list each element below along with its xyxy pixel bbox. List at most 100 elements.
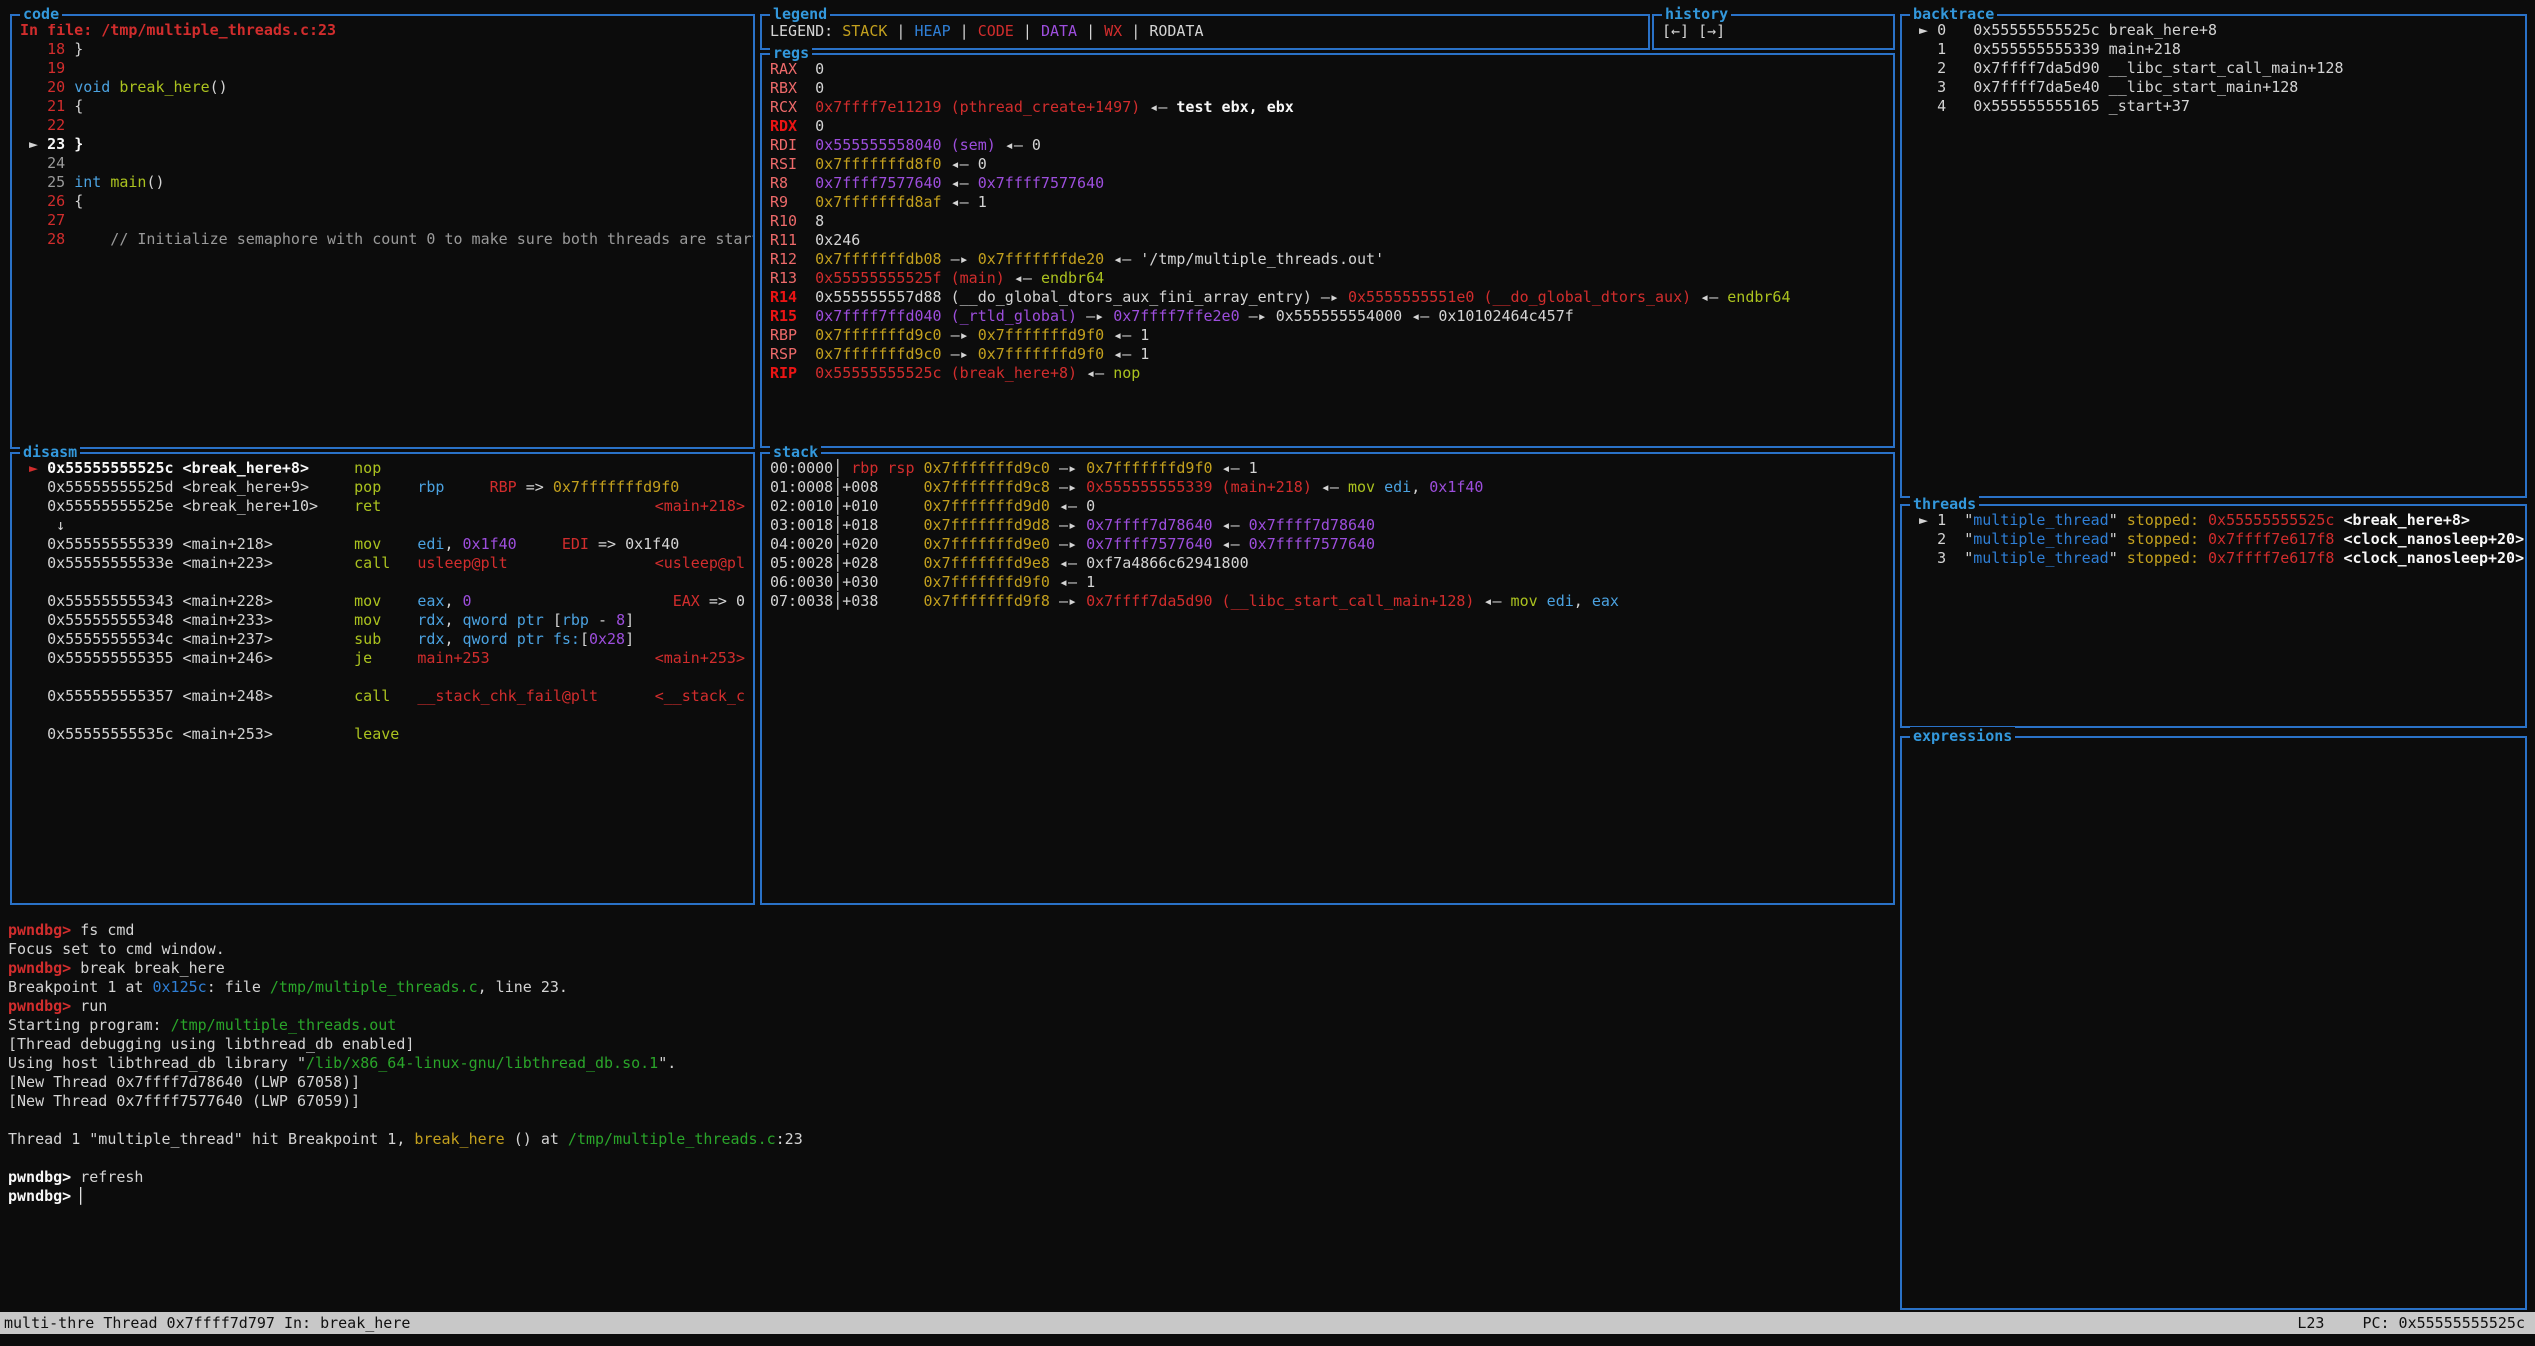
terminal-line: Starting program: /tmp/multiple_threads.… [8, 1016, 2208, 1035]
status-pc: PC: 0x55555555525c [2362, 1314, 2525, 1333]
threads-panel-title: threads [1910, 495, 1979, 514]
terminal-line [8, 1111, 2208, 1130]
terminal-line: Breakpoint 1 at 0x125c: file /tmp/multip… [8, 978, 2208, 997]
registers-panel-title: regs [770, 44, 812, 63]
disasm-row: 0x55555555534c <main+237> sub rdx, qword… [20, 630, 745, 649]
stack-rows: 00:0000│ rbp rsp 0x7fffffffd9c0 —▸ 0x7ff… [770, 459, 1885, 611]
source-line: 24 [20, 154, 745, 173]
expressions-panel-title: expressions [1910, 727, 2015, 746]
history-prev-button[interactable]: [←] [1662, 22, 1689, 41]
disasm-row: 0x555555555339 <main+218> mov edi, 0x1f4… [20, 535, 745, 554]
disassembly-panel-title: disasm [20, 443, 80, 462]
backtrace-row: 1 0x555555555339 main+218 [1910, 40, 2517, 59]
register-row: R12 0x7fffffffdb08 —▸ 0x7fffffffde20 ◂— … [770, 250, 1885, 269]
stack-row: 06:0030│+030 0x7fffffffd9f0 ◂— 1 [770, 573, 1885, 592]
source-line: 22 [20, 116, 745, 135]
history-next-button[interactable]: [→] [1698, 22, 1725, 41]
register-row: R14 0x555555557d88 (__do_global_dtors_au… [770, 288, 1885, 307]
status-bar: multi-thre Thread 0x7ffff7d797 In: break… [0, 1312, 2535, 1334]
stack-panel-title: stack [770, 443, 821, 462]
history-panel-title: history [1662, 5, 1731, 24]
history-panel: history [←] [→] [1652, 14, 1895, 50]
terminal-line: pwndbg> run [8, 997, 2208, 1016]
terminal-line: Thread 1 "multiple_thread" hit Breakpoin… [8, 1130, 2208, 1149]
legend-panel-title: legend [770, 5, 830, 24]
disasm-row [20, 668, 745, 687]
thread-row: ► 1 "multiple_thread" stopped: 0x5555555… [1910, 511, 2517, 530]
source-line: 19 [20, 59, 745, 78]
backtrace-panel-title: backtrace [1910, 5, 1997, 24]
disasm-row: 0x55555555533e <main+223> call usleep@pl… [20, 554, 745, 573]
disasm-row [20, 706, 745, 725]
terminal-line: pwndbg> fs cmd [8, 921, 2208, 940]
terminal-line: Using host libthread_db library "/lib/x8… [8, 1054, 2208, 1073]
thread-row: 3 "multiple_thread" stopped: 0x7ffff7e61… [1910, 549, 2517, 568]
backtrace-row: 2 0x7ffff7da5d90 __libc_start_call_main+… [1910, 59, 2517, 78]
legend-line-wrap: LEGEND: STACK | HEAP | CODE | DATA | WX … [770, 22, 1640, 41]
register-row: R13 0x55555555525f (main) ◂— endbr64 [770, 269, 1885, 288]
register-row: RBX 0 [770, 79, 1885, 98]
register-row: RIP 0x55555555525c (break_here+8) ◂— nop [770, 364, 1885, 383]
source-line: ► 23 } [20, 135, 745, 154]
register-row: RDX 0 [770, 117, 1885, 136]
disasm-row [20, 573, 745, 592]
code-lines: 18 } 19 20 void break_here() 21 { 22 ► 2… [20, 40, 745, 249]
status-line-number: L23 [2297, 1314, 2324, 1333]
legend-line: LEGEND: STACK | HEAP | CODE | DATA | WX … [770, 22, 1640, 41]
thread-row: 2 "multiple_thread" stopped: 0x7ffff7e61… [1910, 530, 2517, 549]
register-row: RSI 0x7fffffffd8f0 ◂— 0 [770, 155, 1885, 174]
register-row: RBP 0x7fffffffd9c0 —▸ 0x7fffffffd9f0 ◂— … [770, 326, 1885, 345]
disasm-rows: ► 0x55555555525c <break_here+8> nop 0x55… [20, 459, 745, 744]
registers-panel: regs RAX 0RBX 0RCX 0x7ffff7e11219 (pthre… [760, 53, 1895, 448]
gdb-terminal[interactable]: pwndbg> fs cmdFocus set to cmd window.pw… [8, 921, 2208, 1206]
source-line: 25 int main() [20, 173, 745, 192]
register-row: RSP 0x7fffffffd9c0 —▸ 0x7fffffffd9f0 ◂— … [770, 345, 1885, 364]
backtrace-panel: backtrace ► 0 0x55555555525c break_here+… [1900, 14, 2527, 498]
terminal-line: [New Thread 0x7ffff7577640 (LWP 67059)] [8, 1092, 2208, 1111]
disassembly-panel: disasm ► 0x55555555525c <break_here+8> n… [10, 452, 755, 905]
terminal-line [8, 1149, 2208, 1168]
disasm-row: 0x555555555355 <main+246> je main+253<ma… [20, 649, 745, 668]
source-line: 26 { [20, 192, 745, 211]
disasm-row: 0x555555555348 <main+233> mov rdx, qword… [20, 611, 745, 630]
disasm-row: ► 0x55555555525c <break_here+8> nop [20, 459, 745, 478]
terminal-line: pwndbg> refresh [8, 1168, 2208, 1187]
register-row: RDI 0x555555558040 (sem) ◂— 0 [770, 136, 1885, 155]
register-row: R8 0x7ffff7577640 ◂— 0x7ffff7577640 [770, 174, 1885, 193]
terminal-lines: pwndbg> fs cmdFocus set to cmd window.pw… [8, 921, 2208, 1206]
terminal-line: pwndbg> break break_here [8, 959, 2208, 978]
terminal-line: Focus set to cmd window. [8, 940, 2208, 959]
terminal-line: [New Thread 0x7ffff7d78640 (LWP 67058)] [8, 1073, 2208, 1092]
register-row: R10 8 [770, 212, 1885, 231]
register-row: R15 0x7ffff7ffd040 (_rtld_global) —▸ 0x7… [770, 307, 1885, 326]
register-row: RCX 0x7ffff7e11219 (pthread_create+1497)… [770, 98, 1885, 117]
legend-panel: legend LEGEND: STACK | HEAP | CODE | DAT… [760, 14, 1650, 50]
stack-row: 00:0000│ rbp rsp 0x7fffffffd9c0 —▸ 0x7ff… [770, 459, 1885, 478]
disasm-row: 0x555555555357 <main+248> call __stack_c… [20, 687, 745, 706]
stack-row: 05:0028│+028 0x7fffffffd9e8 ◂— 0xf7a4866… [770, 554, 1885, 573]
terminal-line: pwndbg> ▏ [8, 1187, 2208, 1206]
source-line: 20 void break_here() [20, 78, 745, 97]
backtrace-row: 3 0x7ffff7da5e40 __libc_start_main+128 [1910, 78, 2517, 97]
code-panel-title: code [20, 5, 62, 24]
register-row: R11 0x246 [770, 231, 1885, 250]
code-panel: code In file: /tmp/multiple_threads.c:23… [10, 14, 755, 449]
register-rows: RAX 0RBX 0RCX 0x7ffff7e11219 (pthread_cr… [770, 60, 1885, 383]
backtrace-row: 4 0x555555555165 _start+37 [1910, 97, 2517, 116]
disasm-row: ↓ [20, 516, 745, 535]
backtrace-rows: ► 0 0x55555555525c break_here+8 1 0x5555… [1910, 21, 2517, 116]
source-line: 28 // Initialize semaphore with count 0 … [20, 230, 745, 249]
disasm-row: 0x55555555525e <break_here+10> ret<main+… [20, 497, 745, 516]
pwndbg-screen: { "panels": { "code": { "title": "code",… [0, 0, 2535, 1346]
stack-panel: stack 00:0000│ rbp rsp 0x7fffffffd9c0 —▸… [760, 452, 1895, 905]
stack-row: 02:0010│+010 0x7fffffffd9d0 ◂— 0 [770, 497, 1885, 516]
stack-row: 04:0020│+020 0x7fffffffd9e0 —▸ 0x7ffff75… [770, 535, 1885, 554]
source-line: 18 } [20, 40, 745, 59]
status-thread-info: multi-thre Thread 0x7ffff7d797 In: break… [4, 1314, 410, 1333]
source-line: 27 [20, 211, 745, 230]
thread-rows: ► 1 "multiple_thread" stopped: 0x5555555… [1910, 511, 2517, 568]
backtrace-row: ► 0 0x55555555525c break_here+8 [1910, 21, 2517, 40]
code-file-header: In file: /tmp/multiple_threads.c:23 [20, 21, 336, 40]
disasm-row: 0x55555555525d <break_here+9> pop rbp RB… [20, 478, 745, 497]
stack-row: 07:0038│+038 0x7fffffffd9f8 —▸ 0x7ffff7d… [770, 592, 1885, 611]
